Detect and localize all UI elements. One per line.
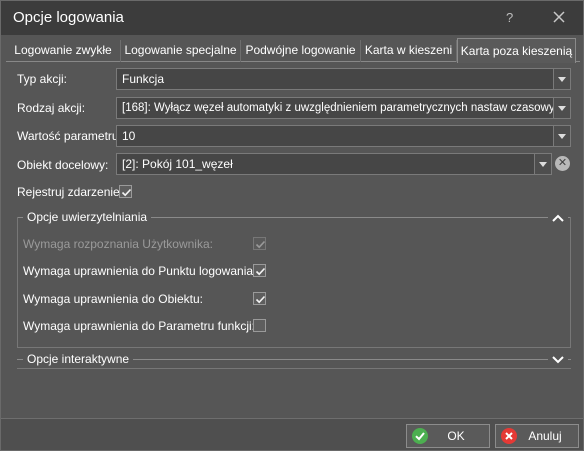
tab-double-login[interactable]: Podwójne logowanie: [241, 40, 361, 62]
action-type-select[interactable]: Funkcja: [116, 68, 571, 90]
target-object-select[interactable]: [2]: Pokój 101_węzeł: [116, 153, 552, 175]
require-user-recognition-label: Wymaga rozpoznania Użytkownika:: [23, 237, 213, 251]
action-type-value: Funkcja: [122, 72, 165, 86]
window-title: Opcje logowania: [13, 9, 124, 26]
login-options-dialog: Opcje logowania ? Logowanie zwykłe Logow…: [0, 0, 584, 451]
register-event-label: Rejestruj zdarzenie:: [17, 185, 124, 199]
target-object-label: Obiekt docelowy:: [17, 158, 109, 172]
chevron-down-icon[interactable]: [534, 154, 551, 174]
register-event-checkbox[interactable]: [119, 185, 132, 198]
tab-special-login[interactable]: Logowanie specjalne: [121, 40, 241, 62]
chevron-down-icon[interactable]: [553, 69, 570, 89]
action-type-label: Typ akcji:: [17, 72, 68, 86]
require-function-param-permission-label: Wymaga uprawnienia do Parametru funkcji:: [23, 319, 256, 333]
target-object-value: [2]: Pokój 101_węzeł: [122, 157, 233, 171]
param-value-select[interactable]: 10: [116, 125, 571, 147]
chevron-down-icon[interactable]: [548, 354, 568, 366]
ok-button-label: OK: [447, 429, 465, 443]
param-value-value: 10: [122, 129, 136, 143]
tab-strip: Logowanie zwykłe Logowanie specjalne Pod…: [6, 38, 580, 63]
require-object-permission-checkbox[interactable]: [253, 292, 266, 305]
tab-card-in-pocket[interactable]: Karta w kieszeni: [361, 40, 457, 62]
tab-card-out-of-pocket[interactable]: Karta poza kieszenią: [457, 38, 576, 63]
cancel-button[interactable]: Anuluj: [495, 424, 579, 448]
dialog-footer: OK Anuluj: [1, 418, 583, 450]
cancel-button-label: Anuluj: [528, 429, 562, 443]
action-kind-label: Rodzaj akcji:: [17, 101, 86, 115]
ok-button[interactable]: OK: [406, 424, 490, 448]
auth-options-group: Opcje uwierzytelniania Wymaga rozpoznani…: [17, 209, 571, 349]
help-button[interactable]: ?: [506, 10, 513, 25]
action-kind-value: [168]: Wyłącz węzeł automatyki z uwzględ…: [122, 102, 567, 114]
chevron-down-icon[interactable]: [553, 126, 570, 146]
interactive-options-title: Opcje interaktywne: [23, 352, 134, 366]
require-login-point-permission-checkbox[interactable]: [253, 264, 266, 277]
interactive-options-group: Opcje interaktywne: [17, 351, 571, 371]
action-kind-select[interactable]: [168]: Wyłącz węzeł automatyki z uwzględ…: [116, 97, 571, 119]
require-function-param-permission-checkbox[interactable]: [253, 319, 266, 332]
param-value-label: Wartość parametru:: [17, 129, 122, 143]
require-login-point-permission-label: Wymaga uprawnienia do Punktu logowania:: [23, 264, 257, 278]
clear-icon[interactable]: ✕: [555, 156, 570, 171]
title-bar: Opcje logowania ?: [1, 1, 583, 35]
group-bottom-border: [17, 368, 571, 369]
close-icon[interactable]: [551, 9, 567, 25]
chevron-down-icon[interactable]: [553, 98, 570, 118]
require-object-permission-label: Wymaga uprawnienia do Obiektu:: [23, 292, 203, 306]
require-user-recognition-checkbox[interactable]: [253, 237, 266, 250]
tab-normal-login[interactable]: Logowanie zwykłe: [6, 40, 121, 62]
